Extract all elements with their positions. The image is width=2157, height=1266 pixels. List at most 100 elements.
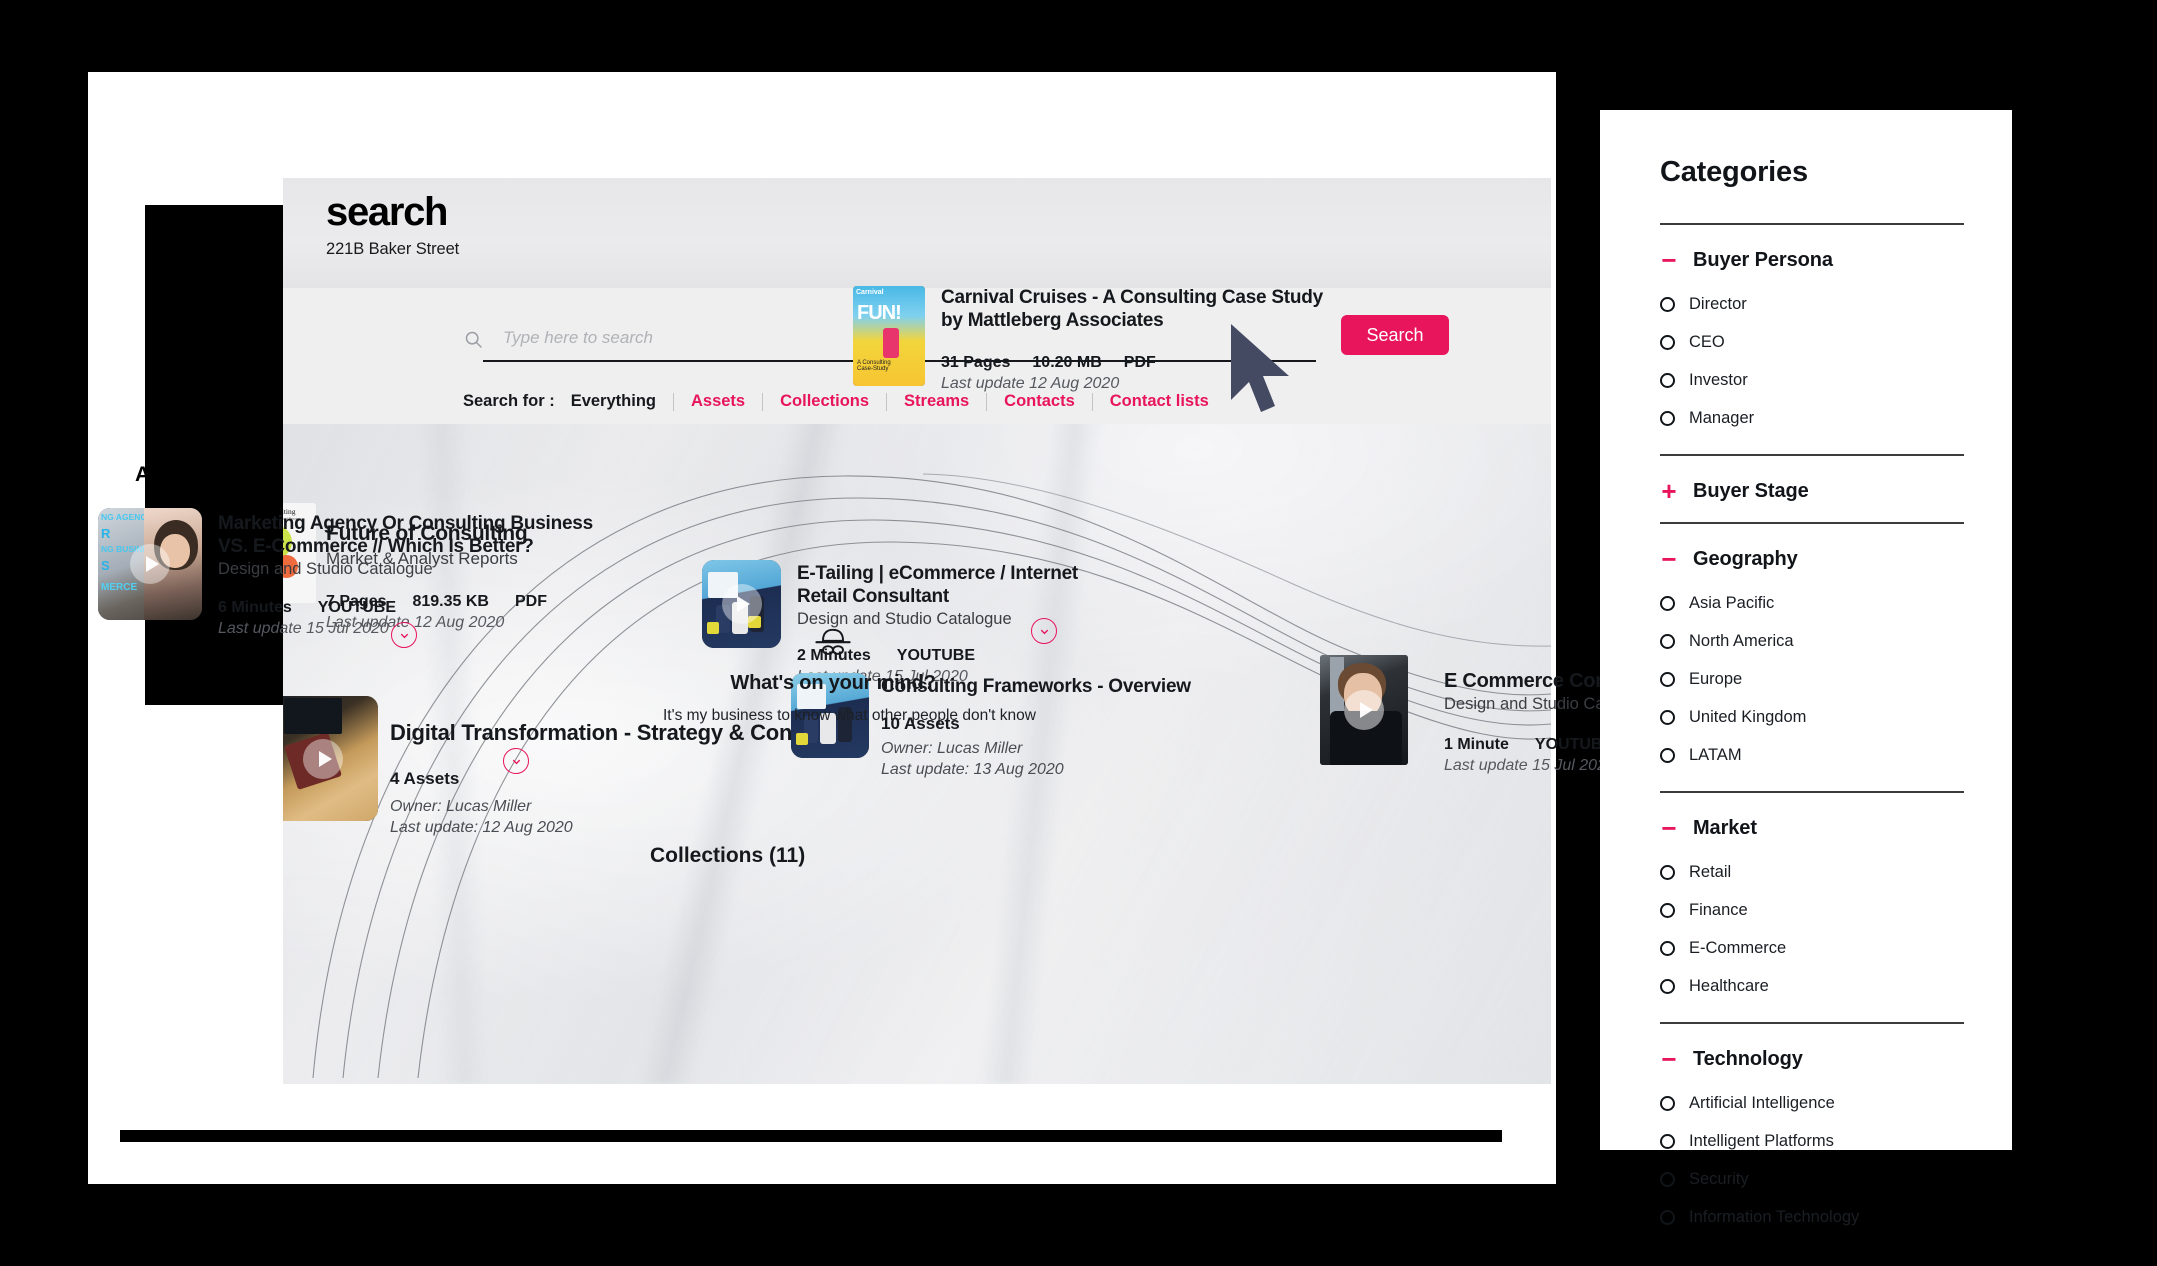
radio-icon[interactable] (1660, 335, 1675, 350)
category-option-investor[interactable]: Investor (1660, 371, 1964, 390)
category-group-buyer-stage[interactable]: + Buyer Stage (1660, 478, 1964, 504)
asset-thumbnail: Carnival FUN! A Consulting Case-Study (853, 286, 925, 386)
brand-title: search (326, 190, 448, 234)
mouse-pointer-icon (1225, 322, 1303, 423)
filter-assets[interactable]: Assets (674, 392, 762, 411)
filter-collections[interactable]: Collections (763, 392, 886, 411)
collapse-toggle-icon[interactable]: − (1660, 247, 1678, 273)
category-option-asia-pacific[interactable]: Asia Pacific (1660, 594, 1964, 613)
radio-icon[interactable] (1660, 596, 1675, 611)
category-option-manager[interactable]: Manager (1660, 409, 1964, 428)
asset-title: E-Tailing | eCommerce / Internet Retail … (797, 563, 1078, 608)
asset-pages: 31 Pages (941, 354, 1011, 372)
radio-icon[interactable] (1660, 634, 1675, 649)
category-group-market[interactable]: − Market (1660, 815, 1964, 841)
brand: search 221B Baker Street (326, 192, 459, 259)
category-option-information-technology[interactable]: Information Technology (1660, 1208, 1964, 1227)
category-group-label: Technology (1693, 1047, 1803, 1070)
category-option-intelligent-platforms[interactable]: Intelligent Platforms (1660, 1132, 1964, 1151)
option-label: Security (1689, 1170, 1749, 1188)
collapse-toggle-icon[interactable]: − (1660, 815, 1678, 841)
search-for-label: Search for : (463, 392, 555, 410)
divider (1660, 223, 1964, 225)
collapse-toggle-icon[interactable]: − (1660, 1046, 1678, 1072)
asset-format: PDF (1123, 354, 1156, 372)
play-icon (130, 544, 170, 584)
incognito-icon (811, 626, 855, 668)
radio-icon[interactable] (1660, 373, 1675, 388)
search-icon (463, 329, 487, 355)
radio-icon[interactable] (1660, 411, 1675, 426)
categories-title: Categories (1660, 156, 1808, 188)
collection-thumbnail (283, 696, 378, 821)
radio-icon[interactable] (1660, 748, 1675, 763)
option-label: Director (1689, 295, 1747, 313)
filter-contact-lists[interactable]: Contact lists (1093, 392, 1226, 411)
asset-meta: 6 Minutes YOUTUBE (218, 599, 618, 617)
radio-icon[interactable] (1660, 1134, 1675, 1149)
radio-icon[interactable] (1660, 941, 1675, 956)
filter-streams[interactable]: Streams (887, 392, 986, 411)
brand-subtitle: 221B Baker Street (326, 240, 460, 258)
collection-updated: Last update: 13 Aug 2020 (881, 761, 1064, 779)
radio-icon[interactable] (1660, 903, 1675, 918)
category-option-healthcare[interactable]: Healthcare (1660, 977, 1964, 996)
category-option-united-kingdom[interactable]: United Kingdom (1660, 708, 1964, 727)
category-option-security[interactable]: Security (1660, 1170, 1964, 1189)
radio-icon[interactable] (1660, 1210, 1675, 1225)
option-label: Retail (1689, 863, 1732, 881)
asset-updated: Last update 15 Jul 2020 (218, 620, 389, 638)
category-group-buyer-persona[interactable]: − Buyer Persona (1660, 247, 1964, 273)
category-option-europe[interactable]: Europe (1660, 670, 1964, 689)
category-option-latam[interactable]: LATAM (1660, 746, 1964, 765)
option-label: LATAM (1689, 746, 1742, 764)
category-option-artificial-intelligence[interactable]: Artificial Intelligence (1660, 1094, 1964, 1113)
play-icon (1344, 690, 1384, 730)
asset-subtitle: Design and Studio Catalogue (218, 560, 433, 579)
collections-heading: Collections (11) (650, 844, 806, 867)
category-group-label: Market (1693, 816, 1757, 839)
radio-icon[interactable] (1660, 672, 1675, 687)
category-option-retail[interactable]: Retail (1660, 863, 1964, 882)
category-option-finance[interactable]: Finance (1660, 901, 1964, 920)
asset-title: Marketing Agency Or Consulting Business … (218, 513, 593, 558)
mind-subtitle: It's my business to know what other peop… (663, 707, 1036, 724)
asset-thumbnail: NG AGENCY R NG BUSINESS S MERCE (98, 508, 202, 620)
radio-icon[interactable] (1660, 865, 1675, 880)
filter-contacts[interactable]: Contacts (987, 392, 1092, 411)
category-group-label: Geography (1693, 547, 1798, 570)
categories-panel: Categories − Buyer Persona Director CEO … (1600, 110, 2012, 1226)
black-bottom-bar (120, 1130, 1502, 1142)
option-label: Information Technology (1689, 1208, 1860, 1226)
option-label: Investor (1689, 371, 1748, 389)
category-option-e-commerce[interactable]: E-Commerce (1660, 939, 1964, 958)
category-group-label: Buyer Stage (1693, 479, 1809, 502)
expand-chevron-icon[interactable] (1031, 618, 1057, 644)
search-button[interactable]: Search (1341, 315, 1449, 355)
category-option-north-america[interactable]: North America (1660, 632, 1964, 651)
radio-icon[interactable] (1660, 979, 1675, 994)
radio-icon[interactable] (1660, 710, 1675, 725)
option-label: Artificial Intelligence (1689, 1094, 1835, 1112)
option-label: Finance (1689, 901, 1748, 919)
radio-icon[interactable] (1660, 1096, 1675, 1111)
option-label: United Kingdom (1689, 708, 1807, 726)
filter-everything[interactable]: Everything (571, 392, 673, 411)
expand-toggle-icon[interactable]: + (1660, 478, 1678, 504)
category-option-director[interactable]: Director (1660, 295, 1964, 314)
option-label: Asia Pacific (1689, 594, 1775, 612)
radio-icon[interactable] (1660, 297, 1675, 312)
expand-chevron-icon[interactable] (503, 748, 529, 774)
collection-owner: Owner: Lucas Miller (390, 797, 532, 815)
window-header: search 221B Baker Street (283, 178, 1551, 288)
category-group-geography[interactable]: − Geography (1660, 546, 1964, 572)
radio-icon[interactable] (1660, 1172, 1675, 1187)
divider (1660, 791, 1964, 793)
category-option-ceo[interactable]: CEO (1660, 333, 1964, 352)
whats-on-your-mind-block: What's on your mind? It's my business to… (663, 626, 1036, 725)
category-group-technology[interactable]: − Technology (1660, 1046, 1964, 1072)
mind-title: What's on your mind? (730, 672, 936, 694)
collapse-toggle-icon[interactable]: − (1660, 546, 1678, 572)
screenshot-stage: search 221B Baker Street Search Search f… (0, 0, 2157, 1266)
divider (1660, 454, 1964, 456)
